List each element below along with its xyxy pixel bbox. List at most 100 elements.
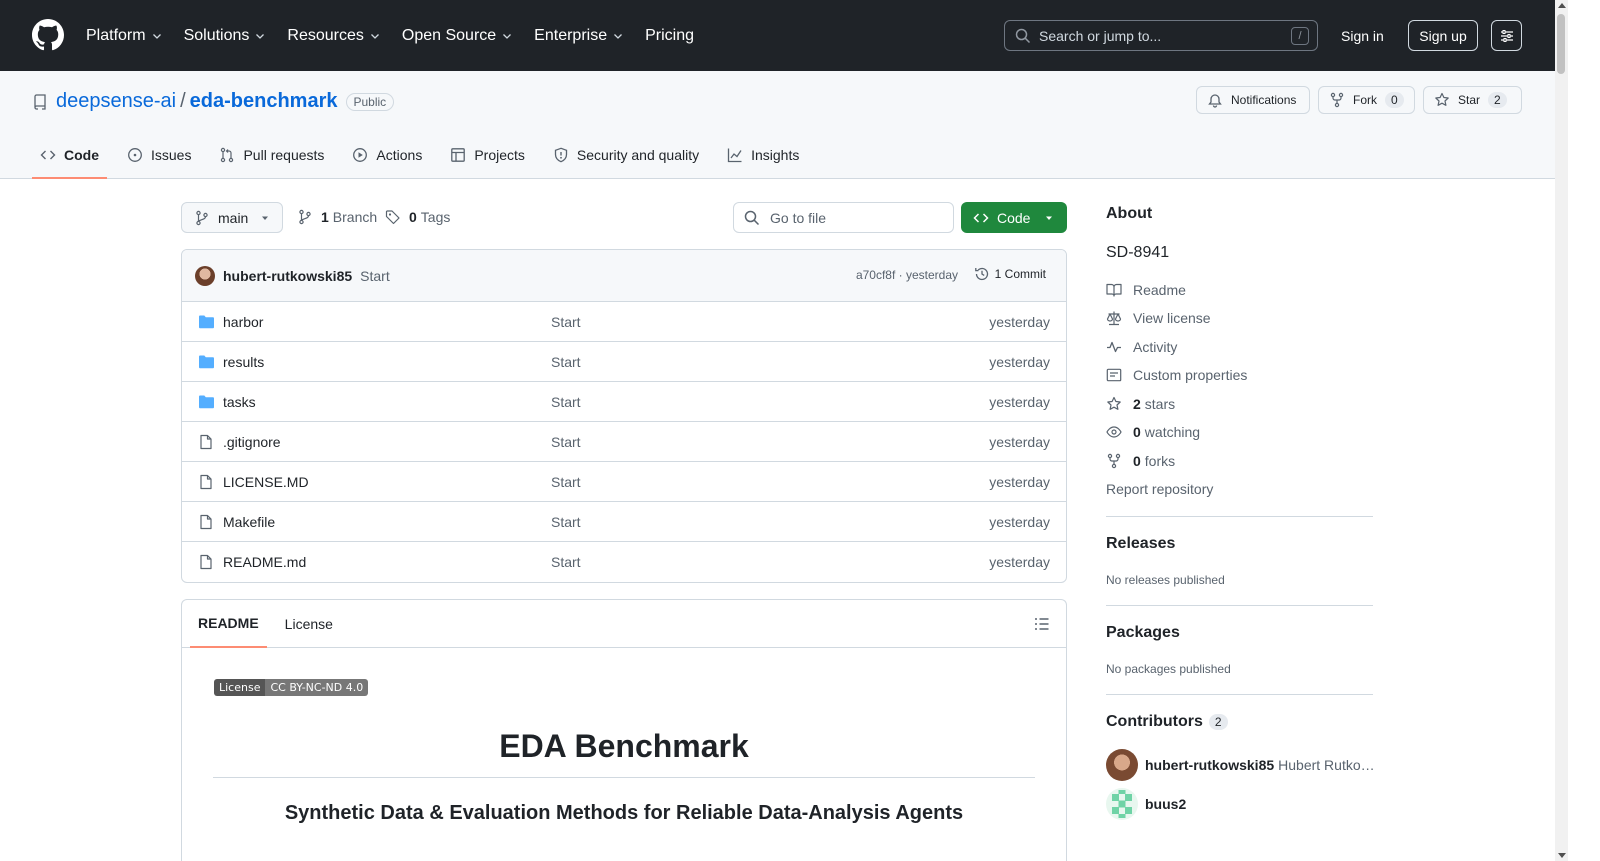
scroll-down-arrow-icon[interactable] [1558,853,1566,858]
nav-label: Resources [287,26,364,44]
commit-message[interactable]: Start [360,268,390,284]
repo-name-link[interactable]: eda-benchmark [190,90,338,113]
contributor-item[interactable]: hubert-rutkowski85 Hubert Rutko… [1106,749,1375,781]
nav-resources[interactable]: Resources [287,27,380,45]
scrollbar-thumb[interactable] [1557,14,1565,74]
global-header: Platform Solutions Resources Open Source… [0,0,1555,71]
star-icon [1107,396,1121,410]
avatar[interactable] [1106,788,1138,820]
page-scrollbar[interactable] [1555,0,1568,861]
report-repository-link[interactable]: Report repository [1106,481,1213,497]
contributors-heading[interactable]: Contributors 2 [1106,713,1228,731]
nav-enterprise[interactable]: Enterprise [534,27,624,45]
tab-security[interactable]: Security and quality [545,133,707,177]
releases-heading[interactable]: Releases [1106,535,1175,553]
file-name-link[interactable]: .gitignore [223,434,281,450]
table-icon [451,148,466,162]
list-unordered-icon[interactable] [1034,616,1050,632]
fork-button[interactable]: Fork 0 [1318,86,1415,114]
commit-hash-time[interactable]: a70cf8f · yesterday [856,268,958,282]
file-commit-message[interactable]: Start [551,434,581,450]
tab-issues[interactable]: Issues [119,133,199,177]
tab-license[interactable]: License [285,600,333,648]
file-commit-message[interactable]: Start [551,554,581,570]
file-row[interactable]: tasks Start yesterday [182,382,1066,422]
watching-label: watching [1144,424,1201,440]
file-row[interactable]: results Start yesterday [182,342,1066,382]
nav-pricing[interactable]: Pricing [645,27,694,45]
sign-in-link[interactable]: Sign in [1328,20,1397,51]
forks-link[interactable]: 0 forks [1106,453,1175,469]
file-row[interactable]: .gitignore Start yesterday [182,422,1066,462]
nav-label: Platform [86,26,146,44]
github-logo-icon[interactable] [32,19,64,51]
activity-link-label: Activity [1133,339,1178,355]
file-row[interactable]: Makefile Start yesterday [182,502,1066,542]
contributor-login[interactable]: hubert-rutkowski85 [1145,757,1274,773]
tab-pull-requests[interactable]: Pull requests [211,133,332,177]
nav-platform[interactable]: Platform [86,27,163,45]
file-commit-message[interactable]: Start [551,514,581,530]
star-button[interactable]: Star 2 [1423,86,1522,114]
packages-empty-text: No packages published [1106,662,1231,676]
nav-open-source[interactable]: Open Source [402,27,513,45]
notifications-button[interactable]: Notifications [1196,86,1310,114]
code-button-label: Code [997,209,1031,226]
tab-code[interactable]: Code [32,133,107,179]
file-row[interactable]: LICENSE.MD Start yesterday [182,462,1066,502]
branches-link[interactable]: 1 Branch [297,209,377,225]
license-badge[interactable]: License CC BY-NC-ND 4.0 [214,679,369,696]
file-name-link[interactable]: harbor [223,314,263,330]
tab-readme[interactable]: README [190,600,267,648]
avatar[interactable] [195,265,215,286]
file-commit-message[interactable]: Start [551,314,581,330]
repo-owner-link[interactable]: deepsense-ai [56,90,176,113]
scroll-up-arrow-icon[interactable] [1558,3,1566,8]
code-dropdown-button[interactable]: Code [961,202,1067,233]
tab-insights[interactable]: Insights [719,133,807,177]
folder-icon [199,315,214,329]
stars-link[interactable]: 2 stars [1106,396,1175,412]
shield-icon [554,147,568,163]
commits-link[interactable]: 1 Commit [974,266,1046,282]
custom-properties-link[interactable]: Custom properties [1106,367,1247,383]
file-browser: hubert-rutkowski85 Start a70cf8f · yeste… [181,249,1067,583]
pull-request-icon [221,147,234,163]
license-link-label: View license [1133,310,1211,326]
nav-label: Open Source [401,26,497,44]
triangle-down-icon [262,216,269,220]
activity-link[interactable]: Activity [1106,339,1177,355]
chevron-down-icon [614,33,623,39]
tags-link[interactable]: 0 Tags [385,209,450,225]
file-name-link[interactable]: README.md [223,554,306,570]
license-link[interactable]: View license [1106,310,1211,326]
file-commit-message[interactable]: Start [551,394,581,410]
search-placeholder: Search or jump to... [1039,27,1162,44]
file-name-link[interactable]: Makefile [223,514,275,530]
branches-label: Branch [332,209,378,225]
file-commit-message[interactable]: Start [551,354,581,370]
contributor-login[interactable]: buus2 [1145,796,1186,812]
search-shortcut-key: / [1291,27,1309,45]
branch-selector[interactable]: main [181,202,283,233]
contributor-item[interactable]: buus2 [1106,788,1190,820]
menu-button[interactable] [1491,20,1522,51]
file-commit-message[interactable]: Start [551,474,581,490]
go-to-file-input[interactable]: Go to file [733,202,954,233]
commit-author-link[interactable]: hubert-rutkowski85 [223,268,352,284]
tab-projects[interactable]: Projects [442,133,533,177]
file-name-link[interactable]: LICENSE.MD [223,474,309,490]
avatar[interactable] [1106,749,1138,781]
packages-heading[interactable]: Packages [1106,624,1180,642]
readme-link[interactable]: Readme [1106,282,1186,298]
pulse-icon [1107,341,1121,353]
file-row[interactable]: README.md Start yesterday [182,542,1066,582]
global-search-input[interactable]: Search or jump to... / [1004,20,1318,51]
file-name-link[interactable]: results [223,354,264,370]
nav-solutions[interactable]: Solutions [184,27,267,45]
file-row[interactable]: harbor Start yesterday [182,302,1066,342]
sign-up-button[interactable]: Sign up [1408,20,1478,51]
watchers-link[interactable]: 0 watching [1106,424,1200,440]
file-name-link[interactable]: tasks [223,394,256,410]
tab-actions[interactable]: Actions [344,133,430,177]
